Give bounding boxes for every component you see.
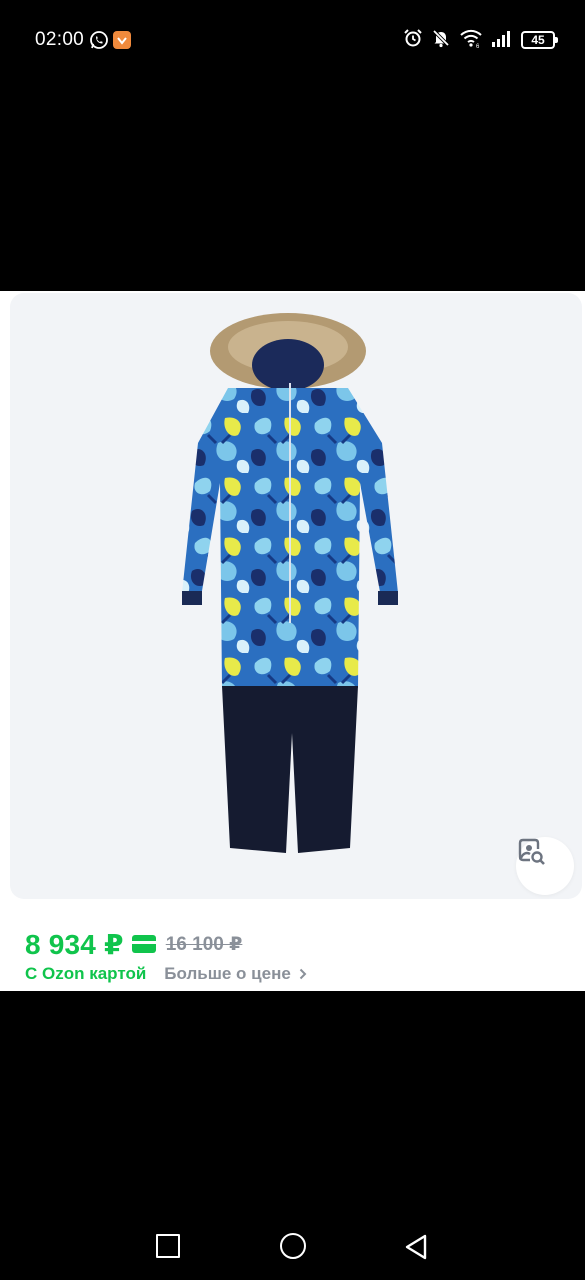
product-image xyxy=(182,313,398,853)
old-price: 16 100 ₽ xyxy=(165,933,243,955)
more-about-price-label: Больше о цене xyxy=(164,964,291,983)
back-triangle-icon xyxy=(405,1234,427,1260)
current-price: 8 934 ₽ xyxy=(25,928,124,960)
battery-indicator: 45 xyxy=(521,31,558,49)
alarm-icon xyxy=(403,28,423,53)
product-image-gallery[interactable] xyxy=(10,293,582,899)
whatsapp-icon xyxy=(89,30,109,50)
mute-icon xyxy=(431,28,451,53)
notification-app-icon xyxy=(113,31,131,49)
home-button[interactable] xyxy=(280,1233,306,1259)
status-time: 02:00 xyxy=(35,29,85,50)
price-details-row: С Ozon картой Больше о цене xyxy=(25,964,307,984)
status-bar: 02:00 6 45 xyxy=(0,0,585,80)
status-right-icons: 6 45 xyxy=(403,28,558,53)
ozon-card-label: С Ozon картой xyxy=(25,964,147,983)
product-card[interactable]: 8 934 ₽ 16 100 ₽ С Ozon картой Больше о … xyxy=(0,291,585,991)
signal-icon xyxy=(491,29,513,52)
svg-text:6: 6 xyxy=(476,44,480,48)
chevron-right-icon xyxy=(299,968,307,980)
back-button[interactable] xyxy=(404,1234,428,1265)
more-about-price-link[interactable]: Больше о цене xyxy=(164,964,307,984)
visual-search-button[interactable] xyxy=(516,837,574,895)
system-navigation-bar xyxy=(0,1210,585,1280)
price-row[interactable]: 8 934 ₽ 16 100 ₽ xyxy=(25,926,242,962)
wifi-icon: 6 xyxy=(459,28,483,53)
image-search-icon xyxy=(518,838,545,865)
recents-button[interactable] xyxy=(156,1234,180,1258)
ozon-card-icon xyxy=(131,935,156,953)
